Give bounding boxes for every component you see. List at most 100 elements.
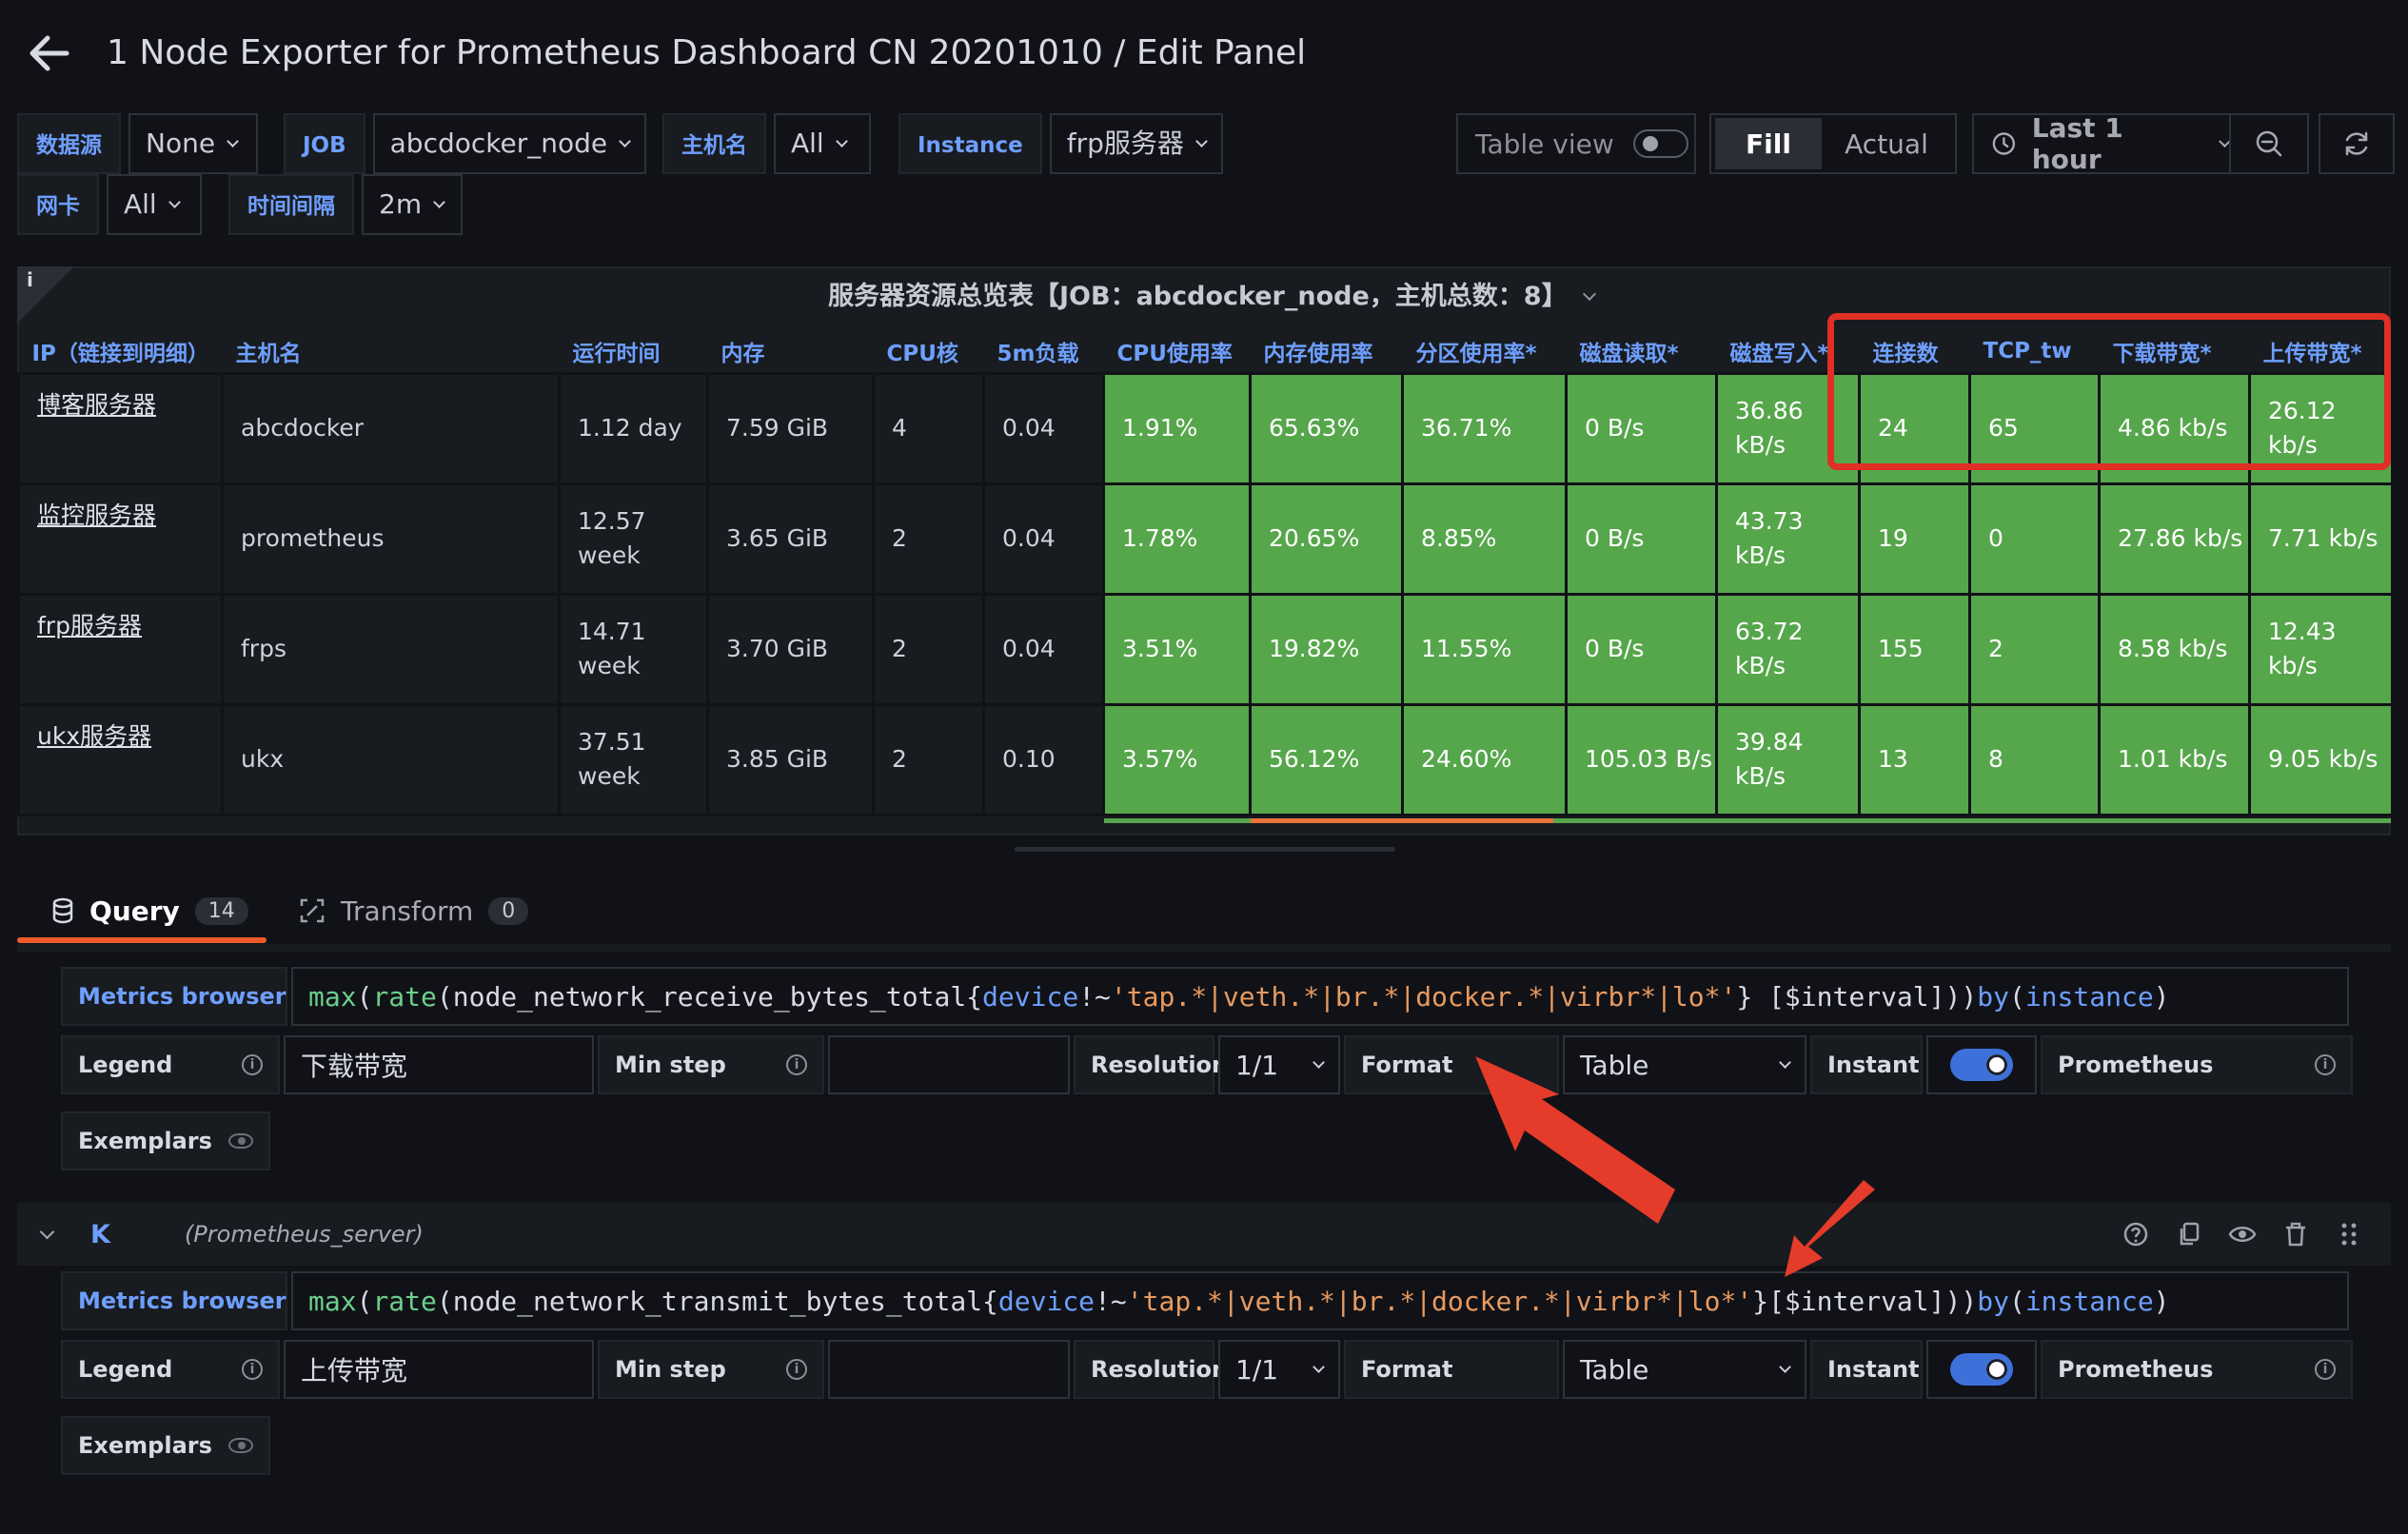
help-icon[interactable] [2121, 1219, 2151, 1249]
query-2-expr-row: Metrics browser› max(rate(node_network_t… [61, 1271, 2349, 1330]
instant-toggle[interactable] [1926, 1340, 2037, 1399]
chevron-down-icon [168, 195, 181, 208]
select-value: 1/1 [1235, 1049, 1279, 1081]
tab-query[interactable]: Query 14 [17, 881, 248, 940]
table-cell: 0 B/s [1565, 482, 1718, 596]
column-header[interactable]: CPU使用率 [1104, 331, 1251, 373]
min-step-input[interactable] [828, 1340, 1070, 1399]
panel-resize-handle[interactable] [1015, 847, 1395, 852]
legend-label: Legend i [61, 1340, 280, 1399]
column-header[interactable]: 内存使用率 [1251, 331, 1403, 373]
exemplars-toggle[interactable]: Exemplars [61, 1416, 270, 1475]
host-ip-link[interactable]: 监控服务器 [17, 482, 224, 596]
info-icon[interactable]: i [786, 1359, 807, 1380]
min-step-input[interactable] [828, 1035, 1070, 1094]
drag-handle-icon[interactable] [2334, 1219, 2364, 1249]
info-icon[interactable]: i [786, 1054, 807, 1075]
back-arrow-icon[interactable] [29, 29, 70, 78]
resolution-label: Resolution [1074, 1035, 1228, 1094]
info-icon[interactable]: i [242, 1359, 263, 1380]
column-header[interactable]: 内存 [708, 331, 874, 373]
host-ip-link[interactable]: frp服务器 [17, 592, 224, 706]
instant-toggle[interactable] [1926, 1035, 2037, 1094]
query-datasource: (Prometheus_server) [184, 1221, 424, 1248]
refresh-button[interactable] [2319, 113, 2395, 174]
panel-title[interactable]: 服务器资源总览表【JOB：abcdocker_node，主机总数：8】 [828, 276, 1596, 318]
metrics-browser-button[interactable]: Metrics browser› [61, 1271, 306, 1330]
table-cell: 19.82% [1249, 592, 1404, 706]
table-cell: 1.01 kb/s [2098, 702, 2251, 816]
metrics-browser-button[interactable]: Metrics browser› [61, 967, 306, 1026]
table-view-toggle[interactable]: Table view [1456, 113, 1696, 174]
database-icon [52, 897, 73, 924]
table-cell: 0 B/s [1565, 371, 1718, 485]
variable-label: JOB [284, 113, 365, 174]
chevron-down-icon [227, 134, 239, 148]
info-icon[interactable]: i [2315, 1359, 2336, 1380]
job-select[interactable]: abcdocker_node [372, 113, 647, 174]
eye-icon [228, 1438, 253, 1453]
interval-select[interactable]: 2m [362, 174, 463, 235]
table-cell: 9.05 kb/s [2248, 702, 2394, 816]
column-header[interactable]: 运行时间 [560, 331, 708, 373]
annotation-arrow-2 [1785, 1180, 1875, 1277]
instant-switch[interactable] [1950, 1049, 2013, 1081]
datasource-select[interactable]: None [128, 113, 258, 174]
exemplars-toggle[interactable]: Exemplars [61, 1111, 270, 1170]
expr-paren: ( [436, 980, 453, 1013]
column-header[interactable]: 磁盘读取* [1567, 331, 1717, 373]
collapse-chevron-icon[interactable] [39, 1224, 55, 1239]
table-view-switch[interactable] [1632, 129, 1688, 158]
expr-paren: ( [2008, 1285, 2025, 1317]
panel-info-corner[interactable] [17, 266, 74, 324]
expr-rest: } [$interval])) [1736, 980, 1978, 1013]
host-ip-link[interactable]: 博客服务器 [17, 371, 224, 485]
eye-toggle-icon[interactable] [2227, 1219, 2258, 1249]
legend-label: Legend i [61, 1035, 280, 1094]
resolution-select[interactable]: 1/1 [1218, 1340, 1340, 1399]
table-cell: 24.60% [1401, 702, 1568, 816]
table-cell: 13 [1858, 702, 1971, 816]
legend-input[interactable]: 上传带宽 [284, 1340, 594, 1399]
expr-label: device [982, 980, 1079, 1013]
table-row: ukx服务器 ukx 37.51 week 3.85 GiB 2 0.10 3.57% 56.… [17, 702, 2394, 816]
fill-button[interactable]: Fill [1715, 118, 1822, 169]
info-icon[interactable]: i [242, 1054, 263, 1075]
hostname-select[interactable]: All [774, 113, 871, 174]
query-ref-id[interactable]: K [90, 1220, 110, 1249]
trash-icon[interactable] [2280, 1219, 2311, 1249]
column-header[interactable]: CPU核 [874, 331, 984, 373]
query-expression-input[interactable]: max(rate(node_network_receive_bytes_tota… [291, 967, 2349, 1026]
tab-transform[interactable]: Transform 0 [299, 881, 529, 940]
column-header[interactable]: IP（链接到明细） [19, 331, 223, 373]
column-header[interactable]: 主机名 [223, 331, 560, 373]
chevron-down-icon [619, 134, 631, 148]
duplicate-icon[interactable] [2174, 1219, 2204, 1249]
table-cell: 3.51% [1102, 592, 1252, 706]
chevron-down-icon [1195, 134, 1208, 148]
instant-switch[interactable] [1950, 1353, 2013, 1386]
variable-datasource: 数据源 None [17, 113, 258, 174]
column-header[interactable]: 5m负载 [984, 331, 1104, 373]
info-icon[interactable]: i [2315, 1054, 2336, 1075]
host-ip-link[interactable]: ukx服务器 [17, 702, 224, 816]
resolution-select[interactable]: 1/1 [1218, 1035, 1340, 1094]
legend-input[interactable]: 下载带宽 [284, 1035, 594, 1094]
zoom-out-button[interactable] [2229, 113, 2309, 174]
chevron-down-icon [1313, 1055, 1325, 1069]
column-header[interactable]: 分区使用率* [1403, 331, 1567, 373]
table-cell: 1.12 day [558, 371, 709, 485]
min-step-label: Min step i [598, 1035, 824, 1094]
query-expression-input[interactable]: max(rate(node_network_transmit_bytes_tot… [291, 1271, 2349, 1330]
table-cell: 7.71 kb/s [2248, 482, 2394, 596]
resolution-label: Resolution [1074, 1340, 1228, 1399]
time-range-picker[interactable]: Last 1 hour [1972, 112, 2231, 175]
table-cell: 2 [872, 702, 985, 816]
nic-select[interactable]: All [107, 174, 202, 235]
select-value: All [124, 188, 157, 220]
table-cell: ukx [221, 702, 561, 816]
variable-hostname: 主机名 All [662, 113, 871, 174]
instance-select[interactable]: frp服务器 [1049, 113, 1223, 174]
table-cell: 0.04 [982, 592, 1105, 706]
actual-button[interactable]: Actual [1822, 118, 1951, 169]
